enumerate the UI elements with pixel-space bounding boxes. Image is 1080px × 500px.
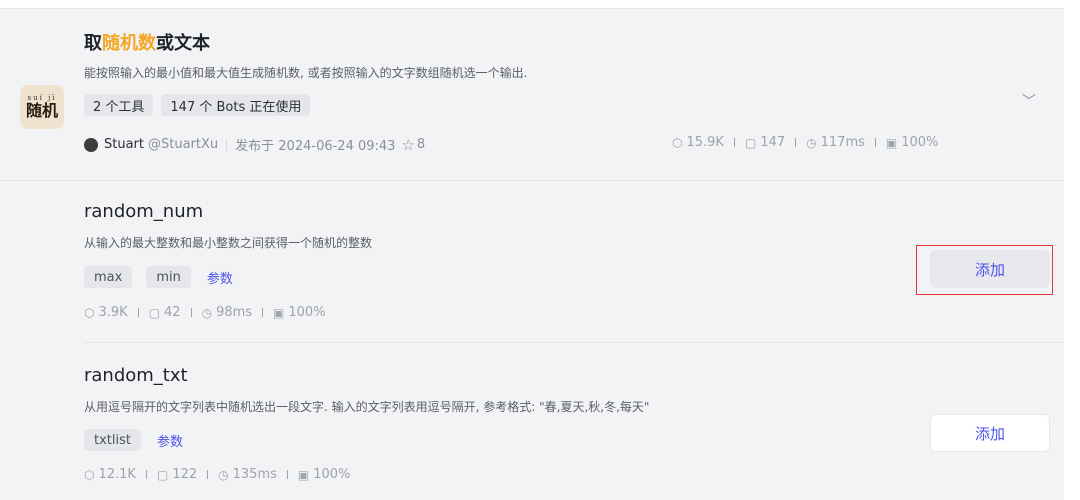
- params-link[interactable]: 参数: [207, 268, 233, 287]
- tool-params: txtlist 参数: [84, 429, 183, 451]
- chevron-down-icon[interactable]: ﹀: [1022, 91, 1036, 111]
- plugin-title: 取随机数或文本: [84, 29, 210, 55]
- plugin-stats: ⬡ 15.9K ▢ 147 ◷ 117ms ▣ 100%: [672, 135, 938, 150]
- stat-divider: [795, 138, 797, 147]
- cube-icon: ⬡: [84, 467, 95, 482]
- stat-divider: [190, 308, 192, 317]
- param-tag: max: [84, 266, 133, 288]
- stat-divider: [137, 308, 139, 317]
- stat-success: 100%: [313, 467, 351, 482]
- param-tag: min: [146, 266, 191, 288]
- tool-params: max min 参数: [84, 266, 233, 288]
- stat-divider: [207, 470, 209, 479]
- clock-icon: ◷: [218, 467, 229, 482]
- tool-name: random_num: [84, 201, 204, 222]
- logo-text: 随机: [25, 101, 58, 120]
- cube-icon: ⬡: [672, 135, 683, 150]
- bot-icon: ▢: [156, 467, 169, 482]
- plugin-header[interactable]: suí jī 随机 取随机数或文本 能按照输入的最小值和最大值生成随机数, 或者…: [0, 9, 1064, 181]
- clock-icon: ◷: [201, 305, 213, 320]
- stat-latency: 135ms: [232, 467, 277, 482]
- stat-divider: [145, 470, 147, 479]
- params-link[interactable]: 参数: [157, 431, 183, 450]
- stat-success: 100%: [901, 135, 939, 150]
- tool-item: random_txt 从用逗号隔开的文字列表中随机选出一段文字. 输入的文字列表…: [0, 343, 1064, 500]
- stat-runs: 12.1K: [98, 467, 136, 482]
- plugin-description: 能按照输入的最小值和最大值生成随机数, 或者按照输入的文字数组随机选一个输出.: [84, 66, 528, 80]
- plugin-panel: suí jī 随机 取随机数或文本 能按照输入的最小值和最大值生成随机数, 或者…: [0, 8, 1064, 500]
- tool-description: 从输入的最大整数和最小整数之间获得一个随机的整数: [84, 236, 373, 250]
- publish-date: 发布于 2024-06-24 09:43: [235, 139, 396, 154]
- star-icon[interactable]: ☆: [401, 136, 414, 154]
- tool-stats: ⬡ 3.9K ▢ 42 ◷ 98ms ▣ 100%: [84, 305, 326, 320]
- plugin-tags: 2 个工具 147 个 Bots 正在使用: [84, 94, 311, 116]
- tool-description: 从用逗号隔开的文字列表中随机选出一段文字. 输入的文字列表用逗号隔开, 参考格式…: [84, 400, 650, 414]
- stat-runs: 3.9K: [98, 305, 128, 320]
- meta-divider: [226, 138, 228, 151]
- stat-divider: [262, 308, 264, 317]
- title-suffix: 或文本: [156, 33, 210, 54]
- cube-icon: ⬡: [84, 305, 95, 320]
- add-button[interactable]: 添加: [930, 414, 1050, 452]
- stat-divider: [874, 138, 876, 147]
- stat-success: 100%: [288, 305, 326, 320]
- success-rate-icon: ▣: [885, 135, 898, 150]
- param-tag: txtlist: [84, 429, 141, 451]
- stat-bots: 122: [172, 467, 198, 482]
- stat-bots: 147: [760, 135, 786, 150]
- success-rate-icon: ▣: [273, 305, 285, 320]
- tool-count-tag: 2 个工具: [84, 94, 154, 116]
- success-rate-icon: ▣: [297, 467, 310, 482]
- tool-item: random_num 从输入的最大整数和最小整数之间获得一个随机的整数 max …: [0, 181, 1064, 343]
- author-handle: @StuartXu: [148, 137, 219, 152]
- bot-icon: ▢: [148, 305, 161, 320]
- stat-divider: [733, 138, 735, 147]
- stat-runs: 15.9K: [686, 135, 724, 150]
- plugin-meta: Stuart @StuartXu 发布于 2024-06-24 09:43 ☆ …: [84, 135, 425, 154]
- title-highlight: 随机数: [102, 33, 156, 54]
- avatar: [84, 137, 98, 152]
- add-button[interactable]: 添加: [930, 250, 1050, 288]
- title-prefix: 取: [84, 33, 102, 54]
- bot-icon: ▢: [744, 135, 757, 150]
- author-name[interactable]: Stuart: [104, 137, 144, 152]
- plugin-logo: suí jī 随机: [20, 85, 64, 129]
- stat-latency: 117ms: [820, 135, 865, 150]
- tool-name: random_txt: [84, 365, 188, 386]
- clock-icon: ◷: [806, 135, 817, 150]
- star-count: 8: [416, 137, 426, 152]
- stat-latency: 98ms: [216, 305, 253, 320]
- stat-bots: 42: [164, 305, 181, 320]
- tool-stats: ⬡ 12.1K ▢ 122 ◷ 135ms ▣ 100%: [84, 467, 350, 482]
- bot-usage-tag: 147 个 Bots 正在使用: [161, 94, 311, 116]
- stat-divider: [286, 470, 288, 479]
